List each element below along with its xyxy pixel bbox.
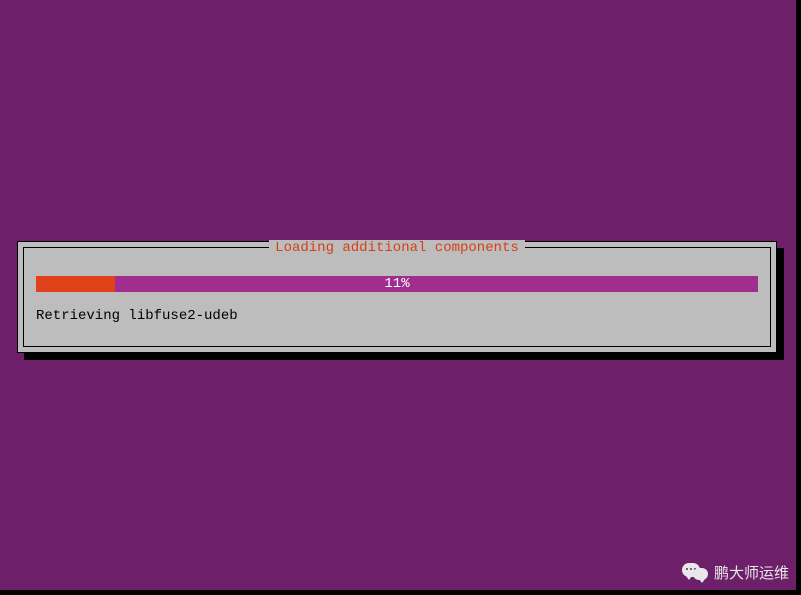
loading-dialog: Loading additional components 11% Retrie…	[17, 241, 777, 353]
progress-percent-label: 11%	[24, 276, 770, 292]
dialog-title: Loading additional components	[269, 240, 525, 256]
watermark: 鹏大师运维	[682, 561, 789, 583]
dialog-title-wrap: Loading additional components	[24, 240, 770, 256]
screen-bottom-border	[0, 590, 801, 595]
status-text: Retrieving libfuse2-udeb	[36, 308, 238, 324]
watermark-text: 鹏大师运维	[714, 562, 789, 583]
dialog-inner-frame: Loading additional components 11% Retrie…	[23, 247, 771, 347]
screen-right-border	[796, 0, 801, 595]
wechat-icon	[682, 561, 708, 583]
